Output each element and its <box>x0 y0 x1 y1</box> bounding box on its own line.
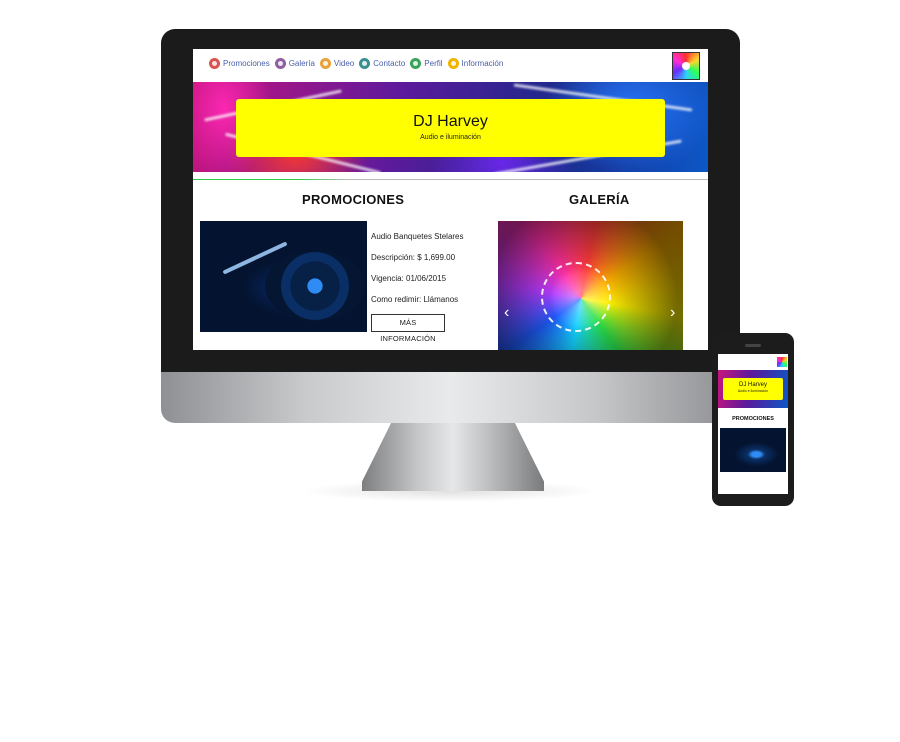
promo-turntable-image[interactable] <box>200 221 367 332</box>
chevron-right-icon[interactable]: › <box>670 304 675 322</box>
nav-item-perfil[interactable]: Perfil <box>410 57 443 69</box>
galeria-heading: GALERÍA <box>569 192 630 207</box>
gallery-carousel[interactable]: ‹ › <box>498 221 683 350</box>
nav-item-galeria[interactable]: Galería <box>274 57 315 69</box>
more-info-button[interactable]: MÁS INFORMACIÓN <box>371 314 445 343</box>
phone-banner-subtitle: Audio e iluminación <box>737 389 769 393</box>
imac-stand <box>362 423 544 491</box>
phone-logo[interactable] <box>777 357 787 367</box>
info-icon <box>447 57 459 69</box>
promo-description: Descripción: $ 1,699.00 <box>371 253 456 262</box>
nav-label: Contacto <box>373 58 406 68</box>
promo-validity: Vigencia: 01/06/2015 <box>371 274 447 283</box>
prohibited-icon <box>209 57 220 69</box>
banner-title: DJ Harvey <box>413 113 488 130</box>
site-logo[interactable] <box>672 52 700 80</box>
phone-banner: DJ Harvey Audio e iluminación <box>718 370 788 408</box>
hero-banner: DJ Harvey Audio e iluminación <box>193 82 708 172</box>
phone-speaker <box>745 344 761 347</box>
phone-promo-image[interactable] <box>720 428 786 472</box>
banner-title-box: DJ Harvey Audio e iluminación <box>236 99 665 157</box>
phone-promociones-heading: PROMOCIONES <box>732 416 774 422</box>
promo-redeem: Como redimir: Llámanos <box>371 295 459 304</box>
phone-device: DJ Harvey Audio e iluminación PROMOCIONE… <box>712 333 794 506</box>
nav-item-informacion[interactable]: Información <box>447 57 504 69</box>
user-icon <box>410 57 422 69</box>
phone-banner-title: DJ Harvey <box>738 382 767 388</box>
nav-label: Perfil <box>424 58 443 68</box>
nav-label: Video <box>333 58 355 68</box>
nav-item-contacto[interactable]: Contacto <box>359 57 406 69</box>
nav-label: Información <box>461 58 504 68</box>
nav-label: Promociones <box>223 58 270 68</box>
desktop-screen: Promociones Galería Video Contacto Perfi… <box>193 49 708 350</box>
play-icon <box>319 57 331 69</box>
phone-banner-box: DJ Harvey Audio e iluminación <box>723 378 783 400</box>
top-nav: Promociones Galería Video Contacto Perfi… <box>209 56 503 70</box>
banner-subtitle: Audio e iluminación <box>420 134 481 141</box>
nav-item-promociones[interactable]: Promociones <box>209 57 270 69</box>
promo-name: Audio Banquetes Stelares <box>371 232 464 241</box>
phone-screen: DJ Harvey Audio e iluminación PROMOCIONE… <box>718 354 788 494</box>
chevron-left-icon[interactable]: ‹ <box>504 304 509 322</box>
imac-chin <box>161 372 740 423</box>
globe-icon <box>359 57 371 69</box>
image-icon <box>274 57 286 69</box>
section-divider <box>193 179 708 180</box>
promociones-heading: PROMOCIONES <box>302 192 405 207</box>
nav-item-video[interactable]: Video <box>319 57 355 69</box>
nav-label: Galería <box>288 58 315 68</box>
